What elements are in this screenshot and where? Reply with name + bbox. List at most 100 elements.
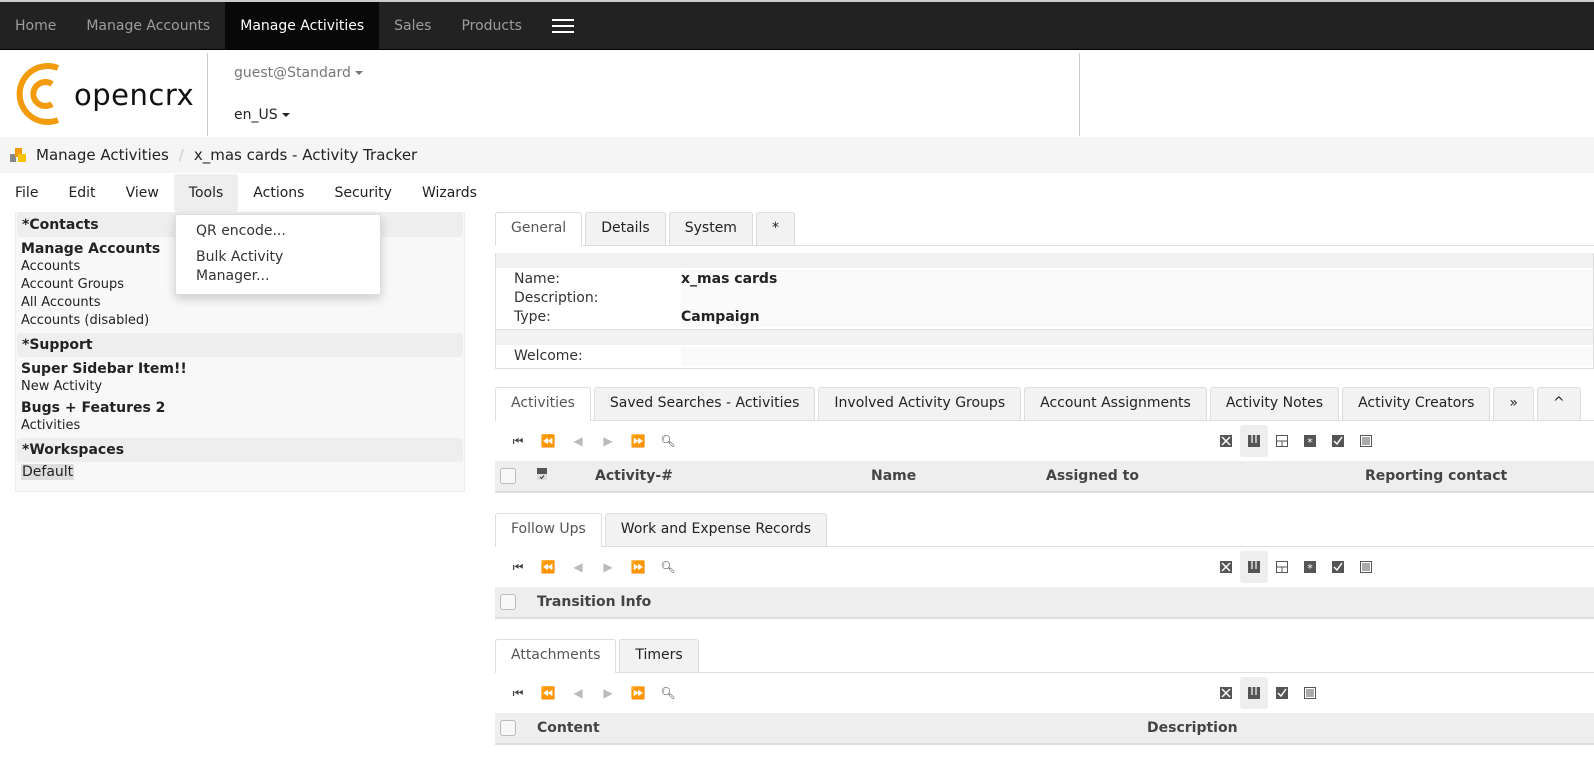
layout-icon[interactable] — [1268, 551, 1296, 583]
user-label: guest@Standard — [234, 65, 351, 81]
tab-collapse[interactable]: ^ — [1536, 387, 1581, 420]
first-page-icon[interactable]: ⏮ — [503, 686, 533, 701]
menu-item-qr-encode[interactable]: QR encode... — [176, 219, 380, 245]
columns-icon[interactable] — [1240, 425, 1268, 457]
select-all-icon[interactable] — [1324, 425, 1352, 457]
prev-page-icon[interactable]: ◀ — [563, 434, 593, 448]
fast-back-icon[interactable]: ⏪ — [533, 686, 563, 700]
menu-actions[interactable]: Actions — [238, 174, 319, 212]
fast-forward-icon[interactable]: ⏩ — [623, 434, 653, 448]
type-label: Type: — [496, 308, 681, 327]
list-icon[interactable] — [1352, 551, 1380, 583]
col-transition-info[interactable]: Transition Info — [537, 594, 651, 610]
prev-page-icon[interactable]: ◀ — [563, 560, 593, 574]
sidebar-item-accounts-disabled[interactable]: Accounts (disabled) — [16, 312, 464, 330]
tab-more[interactable]: » — [1493, 387, 1534, 420]
menu-wizards[interactable]: Wizards — [407, 174, 492, 212]
sidebar-group-support[interactable]: *Support — [17, 333, 463, 357]
followups-tabs: Follow Ups Work and Expense Records — [495, 513, 1594, 547]
tab-account-assignments[interactable]: Account Assignments — [1024, 387, 1207, 420]
next-page-icon[interactable]: ▶ — [593, 560, 623, 574]
first-page-icon[interactable]: ⏮ — [503, 434, 533, 449]
main-content: General Details System * Name: x_mas card… — [495, 212, 1594, 745]
tab-activities[interactable]: Activities — [495, 387, 591, 421]
menu-bar: File Edit View Tools Actions Security Wi… — [0, 173, 492, 213]
caret-down-icon — [281, 113, 290, 117]
search-icon[interactable]: 🔍︎ — [653, 686, 683, 700]
workspace-default[interactable]: Default — [21, 464, 75, 480]
header-divider — [1079, 53, 1080, 136]
select-all-checkbox[interactable] — [500, 594, 516, 610]
next-page-icon[interactable]: ▶ — [593, 434, 623, 448]
hamburger-icon[interactable] — [537, 2, 589, 49]
select-all-icon[interactable] — [1268, 677, 1296, 709]
menu-view[interactable]: View — [111, 174, 174, 212]
star-filter-icon[interactable]: * — [1296, 425, 1324, 457]
menu-edit[interactable]: Edit — [53, 174, 110, 212]
columns-icon[interactable] — [1240, 551, 1268, 583]
columns-icon[interactable] — [1240, 677, 1268, 709]
col-assigned-to[interactable]: Assigned to — [1046, 468, 1139, 484]
fast-back-icon[interactable]: ⏪ — [533, 560, 563, 574]
user-dropdown[interactable]: guest@Standard — [234, 65, 363, 81]
select-all-icon[interactable] — [1324, 551, 1352, 583]
sidebar-item-all-accounts[interactable]: All Accounts — [16, 294, 464, 312]
col-description[interactable]: Description — [1147, 720, 1238, 736]
sidebar-item-activities[interactable]: Activities — [16, 417, 464, 435]
tab-activity-creators[interactable]: Activity Creators — [1342, 387, 1491, 420]
nav-products[interactable]: Products — [446, 2, 536, 49]
menu-security[interactable]: Security — [319, 174, 407, 212]
sidebar-item-new-activity[interactable]: New Activity — [16, 378, 464, 396]
clear-filter-icon[interactable] — [1212, 425, 1240, 457]
fast-back-icon[interactable]: ⏪ — [533, 434, 563, 448]
locale-dropdown[interactable]: en_US — [234, 107, 290, 123]
header-divider — [207, 53, 208, 136]
col-name[interactable]: Name — [871, 468, 916, 484]
clear-filter-icon[interactable] — [1212, 677, 1240, 709]
breadcrumb-section[interactable]: Manage Activities — [36, 146, 169, 164]
followups-toolbar: ⏮ ⏪ ◀ ▶ ⏩ 🔍︎ * — [495, 547, 1594, 587]
nav-manage-accounts[interactable]: Manage Accounts — [71, 2, 225, 49]
select-all-checkbox[interactable] — [500, 468, 516, 484]
fast-forward-icon[interactable]: ⏩ — [623, 560, 653, 574]
tab-star[interactable]: * — [755, 212, 795, 245]
tab-details[interactable]: Details — [585, 212, 666, 245]
tab-activity-notes[interactable]: Activity Notes — [1209, 387, 1340, 420]
nav-sales[interactable]: Sales — [379, 2, 446, 49]
sidebar-group-workspaces[interactable]: *Workspaces — [17, 438, 463, 462]
star-filter-icon[interactable]: * — [1296, 551, 1324, 583]
menu-item-bulk-activity-manager[interactable]: Bulk Activity Manager... — [176, 245, 380, 290]
tab-timers[interactable]: Timers — [619, 639, 699, 672]
tab-saved-searches[interactable]: Saved Searches - Activities — [593, 387, 816, 420]
opencrx-logo[interactable]: opencrx — [14, 60, 194, 128]
description-label: Description: — [496, 289, 681, 308]
tab-general[interactable]: General — [495, 212, 583, 246]
col-content[interactable]: Content — [537, 720, 600, 736]
col-reporting-contact[interactable]: Reporting contact — [1365, 468, 1507, 484]
tab-involved-activity-groups[interactable]: Involved Activity Groups — [818, 387, 1022, 420]
nav-manage-activities[interactable]: Manage Activities — [225, 2, 380, 49]
tab-attachments[interactable]: Attachments — [495, 639, 617, 673]
nav-home[interactable]: Home — [0, 2, 71, 49]
tab-work-expense-records[interactable]: Work and Expense Records — [604, 513, 828, 546]
menu-tools[interactable]: Tools — [173, 174, 239, 212]
breadcrumb-separator: / — [178, 146, 184, 164]
search-icon[interactable]: 🔍︎ — [653, 560, 683, 574]
next-page-icon[interactable]: ▶ — [593, 686, 623, 700]
layout-icon[interactable] — [1268, 425, 1296, 457]
select-all-checkbox[interactable] — [500, 720, 516, 736]
first-page-icon[interactable]: ⏮ — [503, 560, 533, 575]
list-icon[interactable] — [1296, 677, 1324, 709]
fast-forward-icon[interactable]: ⏩ — [623, 686, 653, 700]
search-icon[interactable]: 🔍︎ — [653, 434, 683, 448]
type-value: Campaign — [681, 308, 1593, 327]
tools-dropdown: QR encode... Bulk Activity Manager... — [175, 214, 381, 295]
menu-file[interactable]: File — [0, 174, 53, 212]
prev-page-icon[interactable]: ◀ — [563, 686, 593, 700]
col-activity-number[interactable]: Activity-# — [595, 468, 673, 484]
tab-system[interactable]: System — [668, 212, 753, 245]
clear-filter-icon[interactable] — [1212, 551, 1240, 583]
list-icon[interactable] — [1352, 425, 1380, 457]
tab-follow-ups[interactable]: Follow Ups — [495, 513, 602, 547]
logo-c-icon — [16, 63, 60, 125]
